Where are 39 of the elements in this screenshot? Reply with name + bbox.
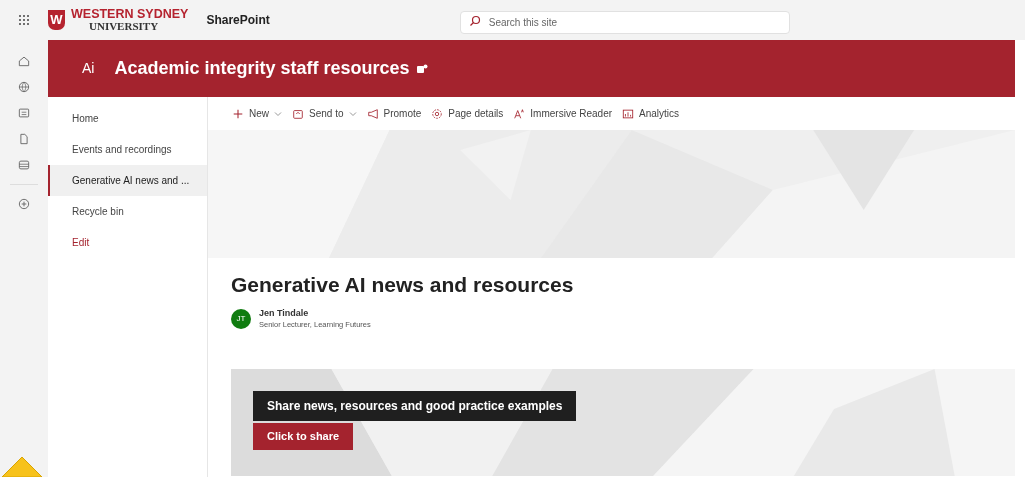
site-logo[interactable]: Ai xyxy=(82,58,95,79)
search-field[interactable]: Search this site xyxy=(459,10,790,34)
globe-icon[interactable] xyxy=(17,80,31,94)
reader-icon xyxy=(513,107,526,120)
logo-subtext: UNIVERSITY xyxy=(88,20,160,32)
toolbar-button[interactable]: Immersive Reader xyxy=(513,106,613,121)
share-button[interactable]: Click to share xyxy=(253,422,354,450)
toolbar-button[interactable]: Page details xyxy=(431,106,504,121)
teams-icon xyxy=(415,62,428,75)
page-title: Generative AI news and resources xyxy=(231,272,575,298)
edit-link[interactable]: Edit xyxy=(48,227,207,258)
logo-shield: W xyxy=(48,10,65,30)
app-launcher-icon[interactable] xyxy=(18,14,30,26)
gear-icon xyxy=(431,107,444,120)
toolbar-button[interactable]: Send to xyxy=(292,106,357,121)
avatar[interactable]: JT xyxy=(231,308,251,329)
nav-item[interactable]: Home xyxy=(48,103,207,134)
toolbar-button[interactable]: New xyxy=(232,106,282,121)
site-title[interactable]: Academic integrity staff resources xyxy=(114,55,410,82)
banner-heading: Share news, resources and good practice examples xyxy=(253,390,577,421)
toolbar-button[interactable]: Promote xyxy=(366,106,422,121)
search-icon xyxy=(468,14,481,27)
home-icon[interactable] xyxy=(17,54,31,68)
logo-text: WESTERN SYDNEY xyxy=(71,8,189,21)
warning-icon xyxy=(0,455,44,477)
list-icon[interactable] xyxy=(17,158,31,172)
nav-item[interactable]: Generative AI news and ... xyxy=(48,165,207,196)
add-icon[interactable] xyxy=(17,197,31,211)
nav-item[interactable]: Recycle bin xyxy=(48,196,207,227)
toolbar-button[interactable]: Analytics xyxy=(622,106,680,121)
nav-item[interactable]: Events and recordings xyxy=(48,134,207,165)
news-icon[interactable] xyxy=(17,106,31,120)
author-name[interactable]: Jen Tindale xyxy=(259,308,371,320)
chart-icon xyxy=(622,107,635,120)
megaphone-icon xyxy=(366,107,379,120)
send-icon xyxy=(292,107,304,120)
document-icon[interactable] xyxy=(17,132,31,146)
app-name[interactable]: SharePoint xyxy=(206,11,270,29)
plus-icon xyxy=(232,107,244,120)
